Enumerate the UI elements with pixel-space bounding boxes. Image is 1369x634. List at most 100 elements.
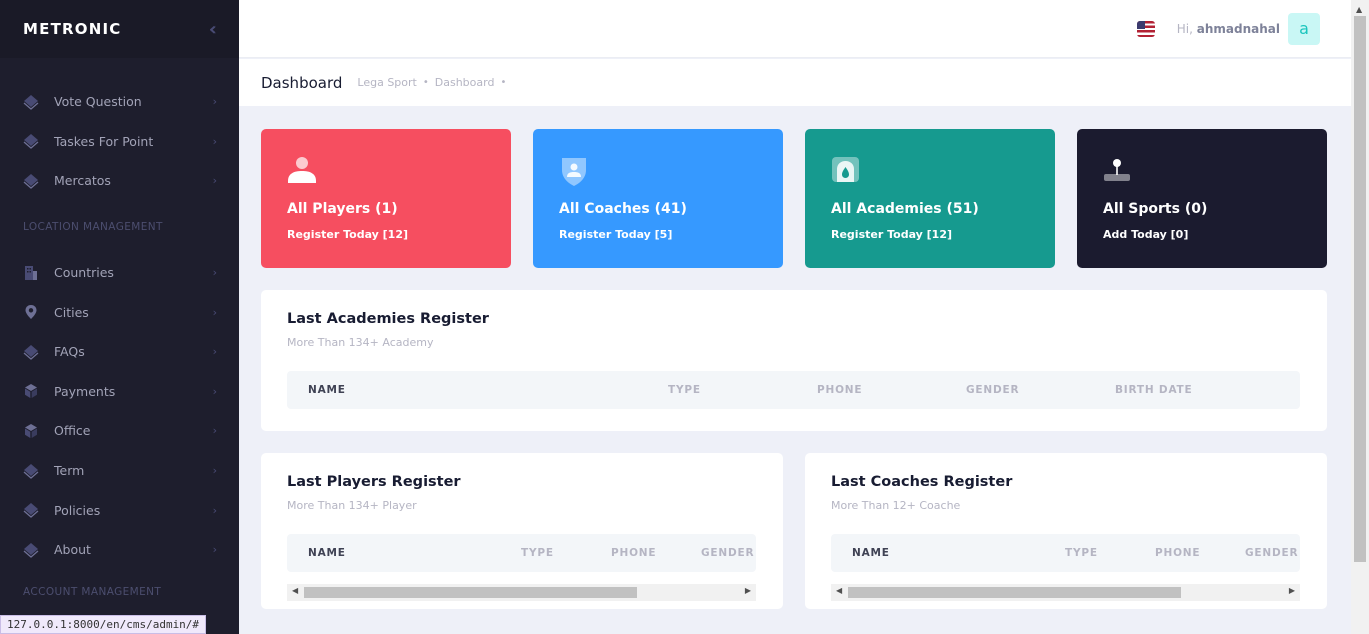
sidebar-item-countries[interactable]: Countries › [0,253,239,293]
shield-user-icon [559,155,589,187]
chevron-right-icon: › [212,266,217,280]
stat-card-players[interactable]: All Players (1) Register Today [12] [261,129,511,268]
brand-bar: METRONIC ‹‹ [0,0,239,58]
sidebar-item-label: Cities [54,304,89,320]
page-title: Dashboard [261,73,343,92]
username: ahmadnahal [1196,21,1280,36]
stat-subtitle: Register Today [12] [831,228,953,241]
sidebar-item-taskes-for-point[interactable]: Taskes For Point › [0,122,239,162]
sidebar-item-term[interactable]: Term › [0,451,239,491]
scroll-left-arrow-icon[interactable]: ◀ [292,586,298,595]
sidebar-menu: Vote Question › Taskes For Point › Merca… [0,58,239,598]
scroll-left-arrow-icon[interactable]: ◀ [836,586,842,595]
avatar[interactable]: a [1288,12,1320,45]
sidebar-item-label: Office [54,423,91,439]
column-header-gender[interactable]: GENDER [701,534,754,572]
column-header-name[interactable]: NAME [308,534,346,572]
diamond-icon [23,133,39,150]
sidebar-item-label: Term [54,463,85,479]
stat-title: All Coaches (41) [559,201,687,217]
column-header-birth-date[interactable]: BIRTH DATE [1115,371,1193,409]
sidebar-item-label: Countries [54,265,114,281]
stat-title: All Sports (0) [1103,201,1208,217]
stat-title: All Academies (51) [831,201,979,217]
scrollbar-thumb[interactable] [304,587,637,598]
last-coaches-panel: Last Coaches Register More Than 12+ Coac… [805,453,1327,609]
joystick-icon [1103,155,1133,187]
table-header: NAME TYPE PHONE GENDER [831,534,1300,572]
sidebar-item-office[interactable]: Office › [0,411,239,451]
chevron-right-icon: › [212,424,217,438]
map-pin-icon [23,304,39,320]
us-flag-icon[interactable] [1136,20,1155,37]
page-scrollbar[interactable]: ▲ [1351,0,1369,634]
scrollbar-thumb[interactable] [848,587,1181,598]
diamond-icon [23,94,39,110]
table-horizontal-scrollbar[interactable]: ◀ ▶ [831,584,1300,601]
chevron-right-icon: › [212,305,217,319]
section-account-management: ACCOUNT MANAGEMENT [23,585,162,598]
scrollbar-thumb[interactable] [1354,16,1366,562]
chevron-right-icon: › [212,345,217,359]
column-header-name[interactable]: NAME [308,371,346,409]
stat-card-sports[interactable]: All Sports (0) Add Today [0] [1077,129,1327,268]
chevron-right-icon: › [212,543,217,557]
sidebar-item-vote-question[interactable]: Vote Question › [0,82,239,122]
chevron-right-icon: › [212,174,217,188]
panel-title: Last Coaches Register [831,474,1013,490]
scroll-right-arrow-icon[interactable]: ▶ [745,586,751,595]
column-header-phone[interactable]: PHONE [1155,534,1200,572]
column-header-phone[interactable]: PHONE [817,371,862,409]
sidebar-item-label: Policies [54,502,101,518]
sidebar-item-mercatos[interactable]: Mercatos › [0,161,239,201]
breadcrumb-separator: • [422,77,429,88]
breadcrumb: Lega Sport • Dashboard • [357,76,512,89]
chevron-right-icon: › [212,134,217,148]
last-players-panel: Last Players Register More Than 134+ Pla… [261,453,783,609]
scroll-right-arrow-icon[interactable]: ▶ [1289,586,1295,595]
stat-subtitle: Register Today [12] [287,228,409,241]
column-header-phone[interactable]: PHONE [611,534,656,572]
scroll-up-arrow-icon[interactable]: ▲ [1356,5,1362,14]
sidebar-item-label: Mercatos [54,173,111,189]
chevron-right-icon: › [212,384,217,398]
table-horizontal-scrollbar[interactable]: ◀ ▶ [287,584,756,601]
breadcrumb-item[interactable]: Dashboard [435,76,495,89]
sidebar-item-faqs[interactable]: FAQs › [0,332,239,372]
sidebar: METRONIC ‹‹ Vote Question › Taskes For P… [0,0,239,634]
chevron-right-icon: › [212,503,217,517]
column-header-gender[interactable]: GENDER [1245,534,1298,572]
top-header: Hi, ahmadnahal a [239,0,1351,58]
sidebar-item-cities[interactable]: Cities › [0,292,239,332]
double-chevron-left-icon[interactable]: ‹‹ [209,19,219,40]
stat-card-academies[interactable]: All Academies (51) Register Today [12] [805,129,1055,268]
sidebar-item-label: FAQs [54,344,85,360]
sidebar-item-label: About [54,542,91,558]
panel-title: Last Academies Register [287,311,489,327]
sidebar-item-label: Taskes For Point [54,133,154,149]
column-header-name[interactable]: NAME [852,534,890,572]
section-location-management: LOCATION MANAGEMENT [23,220,163,233]
subheader: Dashboard Lega Sport • Dashboard • [239,59,1351,106]
column-header-type[interactable]: TYPE [668,371,701,409]
sidebar-item-policies[interactable]: Policies › [0,490,239,530]
table-header: NAME TYPE PHONE GENDER BIRTH DATE [287,371,1300,409]
status-bar-url: 127.0.0.1:8000/en/cms/admin/# [0,615,207,634]
sidebar-item-payments[interactable]: Payments › [0,372,239,412]
diamond-icon [23,463,39,479]
column-header-type[interactable]: TYPE [1065,534,1098,572]
brand-logo[interactable]: METRONIC [23,20,121,38]
user-greeting[interactable]: Hi, ahmadnahal [1177,22,1280,36]
diamond-icon [23,542,39,558]
stat-card-coaches[interactable]: All Coaches (41) Register Today [5] [533,129,783,268]
breadcrumb-item[interactable]: Lega Sport [357,76,416,89]
panel-subtitle: More Than 134+ Player [287,499,417,512]
sidebar-item-about[interactable]: About › [0,530,239,570]
column-header-type[interactable]: TYPE [521,534,554,572]
column-header-gender[interactable]: GENDER [966,371,1019,409]
panel-subtitle: More Than 134+ Academy [287,336,434,349]
cube-icon [23,383,39,399]
sidebar-item-label: Payments [54,383,116,399]
greeting-text: Hi, [1176,21,1193,36]
diamond-icon [23,344,39,360]
